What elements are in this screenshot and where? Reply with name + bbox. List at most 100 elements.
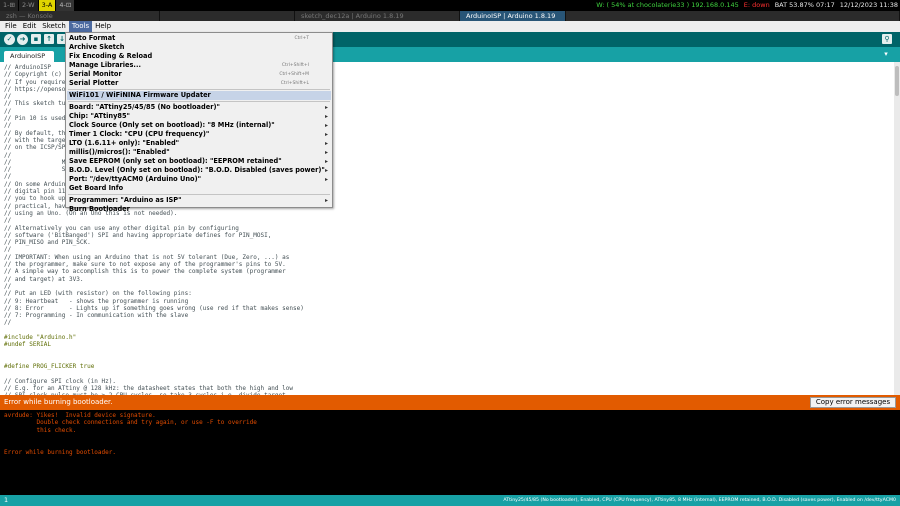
- copy-error-messages-button[interactable]: Copy error messages: [810, 397, 896, 408]
- battery-status: BAT 53.87% 07:17: [774, 1, 835, 9]
- code-line: // IMPORTANT: When using an Arduino that…: [4, 253, 290, 261]
- code-line: #undef SERIAL: [4, 341, 51, 349]
- window-tab-empty: [566, 11, 900, 21]
- code-line: #include "Arduino.h": [4, 333, 77, 341]
- menu-item-label: Serial Plotter: [69, 79, 119, 87]
- tools-menu-item-millis-micros-enabled[interactable]: millis()/micros(): "Enabled" ▸: [67, 148, 331, 157]
- menu-item-label: Fix Encoding & Reload: [69, 52, 153, 60]
- system-status: W: ( 54% at chocolaterie33 ) 192.168.0.1…: [596, 0, 898, 11]
- console-line: Double check connections and try again, …: [4, 419, 257, 427]
- menu-item-label: Chip: "ATtiny85": [69, 112, 130, 120]
- workspace-4[interactable]: 4-⊡: [56, 0, 75, 11]
- window-tab-arduinoisp[interactable]: ArduinoISP | Arduino 1.8.19: [460, 11, 566, 21]
- window-tabs: zsh — Konsole sketch_dec12a | Arduino 1.…: [0, 11, 900, 21]
- workspace-3[interactable]: 3-A: [38, 0, 56, 11]
- menu-item-label: Board: "ATtiny25/45/85 (No bootloader)": [69, 103, 220, 111]
- tools-menu-item-wifi101-wifinina-firmware-updater[interactable]: WiFi101 / WiFiNINA Firmware Updater: [67, 91, 331, 100]
- editor-scrollbar[interactable]: [894, 62, 900, 395]
- tools-menu-item-save-eeprom-only-set-on-bootload-eeprom-[interactable]: Save EEPROM (only set on bootload): "EEP…: [67, 157, 331, 166]
- board-info: ATtiny25/45/85 (No bootloader), Enabled,…: [503, 498, 896, 503]
- tools-menu-item-port-dev-ttyacm0-arduino-uno[interactable]: Port: "/dev/ttyACM0 (Arduino Uno)" ▸: [67, 175, 331, 184]
- code-line: //: [4, 246, 12, 254]
- open-button[interactable]: ↑: [44, 34, 54, 44]
- tools-menu-item-programmer-arduino-as-isp[interactable]: Programmer: "Arduino as ISP" ▸: [67, 196, 331, 205]
- menu-item-shortcut: Ctrl+Shift+I: [281, 63, 309, 68]
- tools-menu-item-board-attiny25-45-85-no-bootloader[interactable]: Board: "ATtiny25/45/85 (No bootloader)" ▸: [67, 103, 331, 112]
- menu-item-label: millis()/micros(): "Enabled": [69, 148, 170, 156]
- code-line: // Alternatively you can use any other d…: [4, 224, 239, 232]
- menu-item-label: Burn Bootloader: [69, 205, 130, 213]
- status-bar: Error while burning bootloader. Copy err…: [0, 395, 900, 410]
- arrow-right-icon: ➜: [19, 35, 26, 43]
- menu-item-shortcut: Ctrl+T: [294, 36, 309, 41]
- console-line: this check.: [4, 426, 77, 434]
- submenu-arrow-icon: ▸: [324, 113, 328, 120]
- workspace-1[interactable]: 1-⊞: [0, 0, 18, 11]
- tools-menu-item-archive-sketch[interactable]: Archive Sketch: [67, 43, 331, 52]
- tools-menu-item-lto-1-6-11-only-enabled[interactable]: LTO (1.6.11+ only): "Enabled" ▸: [67, 139, 331, 148]
- menu-item-label: Serial Monitor: [69, 70, 122, 78]
- tools-menu-item-clock-source-only-set-on-bootload-8-mhz-[interactable]: Clock Source (Only set on bootload): "8 …: [67, 121, 331, 130]
- tools-menu-item-auto-format[interactable]: Auto Format Ctrl+T: [67, 34, 331, 43]
- window-tab-spacer: [160, 11, 295, 21]
- code-line: // 7: Programming - In communication wit…: [4, 312, 189, 320]
- window-tab-konsole[interactable]: zsh — Konsole: [0, 11, 160, 21]
- tools-menu-item-serial-plotter[interactable]: Serial Plotter Ctrl+Shift+L: [67, 79, 331, 88]
- tools-menu-item-timer-1-clock-cpu-cpu-frequency[interactable]: Timer 1 Clock: "CPU (CPU frequency)" ▸: [67, 130, 331, 139]
- window-tab-sketch[interactable]: sketch_dec12a | Arduino 1.8.19: [295, 11, 460, 21]
- code-line: //: [4, 319, 12, 327]
- menu-item-label: Programmer: "Arduino as ISP": [69, 196, 182, 204]
- console-output[interactable]: avrdude: Yikes! Invalid device signature…: [0, 410, 900, 495]
- menu-item-label: Auto Format: [69, 34, 116, 42]
- tab-menu-button[interactable]: ▾: [881, 49, 891, 59]
- menu-edit[interactable]: Edit: [20, 21, 40, 32]
- submenu-arrow-icon: ▸: [324, 140, 328, 147]
- submenu-arrow-icon: ▸: [324, 122, 328, 129]
- tools-menu-item-chip-attiny85[interactable]: Chip: "ATtiny85" ▸: [67, 112, 331, 121]
- verify-button[interactable]: ✓: [4, 34, 15, 45]
- menu-item-shortcut: Ctrl+Shift+M: [279, 72, 309, 77]
- submenu-arrow-icon: ▸: [324, 149, 328, 156]
- code-line: // Configure SPI clock (in Hz).: [4, 377, 116, 385]
- submenu-arrow-icon: ▸: [324, 131, 328, 138]
- code-line: // 9: Heartbeat - shows the programmer i…: [4, 297, 189, 305]
- submenu-arrow-icon: ▸: [324, 197, 328, 204]
- serial-monitor-button[interactable]: ⚲: [882, 34, 892, 44]
- menu-item-label: Manage Libraries...: [69, 61, 141, 69]
- submenu-arrow-icon: ▸: [324, 104, 328, 111]
- menu-item-label: Port: "/dev/ttyACM0 (Arduino Uno)": [69, 175, 202, 183]
- menu-item-label: LTO (1.6.11+ only): "Enabled": [69, 139, 180, 147]
- code-line: // Put an LED (with resistor) on the fol…: [4, 290, 192, 298]
- upload-button[interactable]: ➜: [17, 34, 28, 45]
- menu-item-label: Clock Source (Only set on bootload): "8 …: [69, 121, 275, 129]
- tools-menu-item-manage-libraries[interactable]: Manage Libraries... Ctrl+Shift+I: [67, 61, 331, 70]
- tools-menu-item-fix-encoding-reload[interactable]: Fix Encoding & Reload: [67, 52, 331, 61]
- new-button[interactable]: ▪: [31, 34, 41, 44]
- tools-menu-item-get-board-info[interactable]: Get Board Info: [67, 184, 331, 193]
- menu-file[interactable]: File: [2, 21, 20, 32]
- workspace-2[interactable]: 2-W: [18, 0, 38, 11]
- menu-help[interactable]: Help: [92, 21, 114, 32]
- tools-menu-item-b-o-d-level-only-set-on-bootload-b-o-d-d[interactable]: B.O.D. Level (Only set on bootload): "B.…: [67, 166, 331, 175]
- bottom-status-bar: 1 ATtiny25/45/85 (No bootloader), Enable…: [0, 495, 900, 506]
- submenu-arrow-icon: ▸: [324, 176, 328, 183]
- menu-item-label: Archive Sketch: [69, 43, 125, 51]
- submenu-arrow-icon: ▸: [324, 167, 328, 174]
- tools-menu-item-serial-monitor[interactable]: Serial Monitor Ctrl+Shift+M: [67, 70, 331, 79]
- editor-scrollbar-thumb[interactable]: [895, 66, 899, 96]
- code-line: // PIN_MISO and PIN_SCK.: [4, 239, 91, 247]
- code-line: // E.g. for an ATtiny @ 128 kHz: the dat…: [4, 385, 293, 393]
- menu-separator: [68, 101, 330, 102]
- i3-status-bar: 1-⊞ 2-W 3-A 4-⊡ W: ( 54% at chocolaterie…: [0, 0, 900, 11]
- code-line: // the programmer, make sure to not expo…: [4, 261, 286, 269]
- console-text: avrdude: Yikes! Invalid device signature…: [4, 412, 257, 456]
- menu-tools[interactable]: Tools: [68, 21, 93, 32]
- open-icon: ↑: [46, 35, 52, 43]
- menu-sketch[interactable]: Sketch: [39, 21, 69, 32]
- tab-arduinoisp[interactable]: ArduinoISP: [4, 51, 54, 62]
- tools-menu-item-burn-bootloader[interactable]: Burn Bootloader: [67, 205, 331, 214]
- tools-dropdown-menu: Auto Format Ctrl+T Archive Sketch Fix Encod…: [65, 32, 333, 213]
